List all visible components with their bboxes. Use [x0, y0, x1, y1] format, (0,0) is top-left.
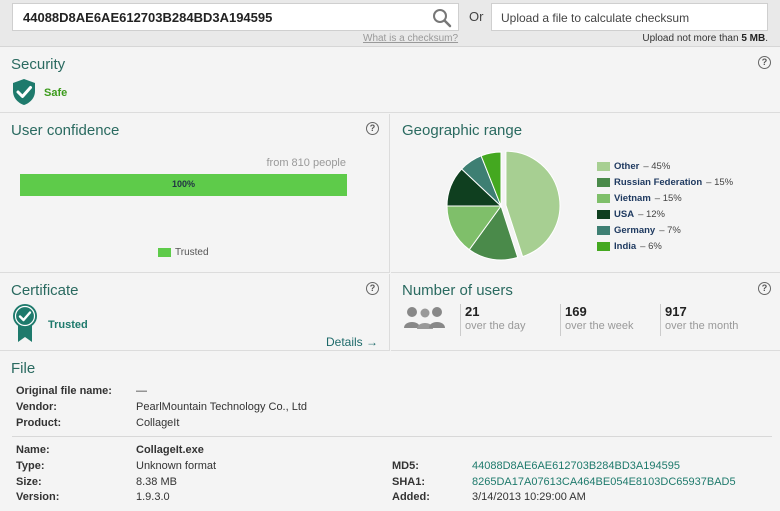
user-confidence-title: User confidence [11, 122, 120, 139]
legend-item-russian-federation: Russian Federation – 15% [597, 174, 733, 190]
legend-value: – 6% [640, 240, 662, 252]
security-status: Safe [44, 87, 68, 99]
top-bar: Or Upload a file to calculate checksum W… [0, 0, 780, 47]
users-group-icon [404, 307, 445, 329]
what-is-checksum-link[interactable]: What is a checksum? [363, 33, 458, 44]
users-stat-label: over the month [665, 320, 739, 332]
trusted-legend-label: Trusted [175, 247, 209, 258]
legend-item-germany: Germany – 7% [597, 222, 733, 238]
help-icon[interactable]: ? [758, 282, 771, 295]
version-label: Version: [16, 491, 60, 503]
size-value: 8.38 MB [136, 476, 177, 488]
users-stat-value: 169 [565, 304, 587, 319]
certificate-title: Certificate [11, 282, 79, 299]
name-value: CollageIt.exe [136, 444, 204, 456]
legend-swatch [597, 177, 610, 187]
upload-file-button[interactable]: Upload a file to calculate checksum [491, 3, 768, 31]
help-icon[interactable]: ? [366, 282, 379, 295]
file-title: File [11, 360, 36, 377]
user-confidence-panel: User confidence ? from 810 people 100% T… [0, 114, 390, 273]
added-label: Added: [392, 491, 430, 503]
product-value: CollageIt [136, 417, 180, 429]
users-stat-value: 917 [665, 304, 687, 319]
users-stat-month: 917 over the month [660, 304, 738, 336]
original-file-name-value: — [136, 385, 147, 397]
geographic-pie-chart [446, 150, 561, 261]
legend-item-vietnam: Vietnam – 15% [597, 190, 733, 206]
type-value: Unknown format [136, 460, 217, 472]
md5-label: MD5: [392, 460, 419, 472]
size-label: Size: [16, 476, 42, 488]
certificate-ribbon-icon [13, 304, 37, 342]
legend-label: USA [614, 208, 635, 220]
legend-value: – 12% [638, 208, 665, 220]
users-stat-day: 21 over the day [460, 304, 526, 336]
legend-label: Other [614, 160, 640, 172]
sha1-value[interactable]: 8265DA17A07613CA464BE054E8103DC65937BAD5 [472, 476, 736, 488]
users-stat-week: 169 over the week [560, 304, 633, 336]
vendor-label: Vendor: [16, 401, 57, 413]
legend-label: Vietnam [614, 192, 651, 204]
shield-check-icon [13, 79, 35, 105]
legend-item-other: Other – 45% [597, 158, 733, 174]
product-label: Product: [16, 417, 62, 429]
name-label: Name: [16, 444, 50, 456]
security-panel: Security ? Safe [0, 48, 780, 113]
legend-value: – 15% [706, 176, 734, 188]
geographic-range-title: Geographic range [402, 122, 523, 139]
legend-label: India [614, 240, 637, 252]
certificate-status: Trusted [48, 319, 88, 331]
confidence-bar: 100% [20, 174, 347, 196]
pie-slice-other [505, 150, 561, 258]
added-value: 3/14/2013 10:29:00 AM [472, 491, 586, 503]
users-stat-value: 21 [465, 304, 480, 319]
type-label: Type: [16, 460, 45, 472]
certificate-details-link[interactable]: Details → [326, 335, 378, 349]
legend-item-usa: USA – 12% [597, 206, 733, 222]
sha1-label: SHA1: [392, 476, 426, 488]
legend-swatch [597, 209, 610, 219]
geographic-legend: Other – 45% Russian Federation – 15% Vietnam… [597, 158, 733, 254]
legend-label: Russian Federation [614, 176, 703, 188]
users-stat-label: over the week [565, 320, 634, 332]
number-of-users-panel: Number of users ? 21 over the day 169 ov… [391, 274, 780, 351]
trusted-legend-swatch [158, 248, 171, 257]
legend-label: Germany [614, 224, 656, 236]
md5-value[interactable]: 44088D8AE6AE612703B284BD3A194595 [472, 460, 680, 472]
search-box[interactable] [12, 3, 459, 31]
confidence-percent: 100% [171, 179, 196, 189]
or-label: Or [469, 9, 484, 24]
number-of-users-title: Number of users [402, 282, 513, 299]
original-file-name-label: Original file name: [16, 385, 112, 397]
search-input[interactable] [13, 4, 413, 30]
file-panel: File Original file name: — Vendor: Pearl… [0, 352, 780, 511]
legend-value: – 15% [654, 192, 682, 204]
legend-swatch [597, 225, 610, 235]
certificate-panel: Certificate ? Trusted Details → [0, 274, 390, 351]
upload-limit-note: Upload not more than 5 MB. [642, 33, 768, 44]
security-title: Security [11, 56, 66, 73]
legend-value: – 45% [643, 160, 671, 172]
help-icon[interactable]: ? [366, 122, 379, 135]
legend-item-india: India – 6% [597, 238, 733, 254]
users-stat-label: over the day [465, 320, 526, 332]
vendor-value: PearlMountain Technology Co., Ltd [136, 401, 308, 413]
people-count: from 810 people [266, 157, 347, 169]
legend-swatch [597, 161, 610, 171]
version-value: 1.9.3.0 [136, 491, 170, 503]
legend-swatch [597, 193, 610, 203]
search-icon[interactable] [432, 8, 452, 28]
legend-value: – 7% [659, 224, 681, 236]
help-icon[interactable]: ? [758, 56, 771, 69]
legend-swatch [597, 241, 610, 251]
divider [12, 436, 772, 437]
geographic-range-panel: Geographic range Other – 45% Russian Feder… [391, 114, 780, 273]
